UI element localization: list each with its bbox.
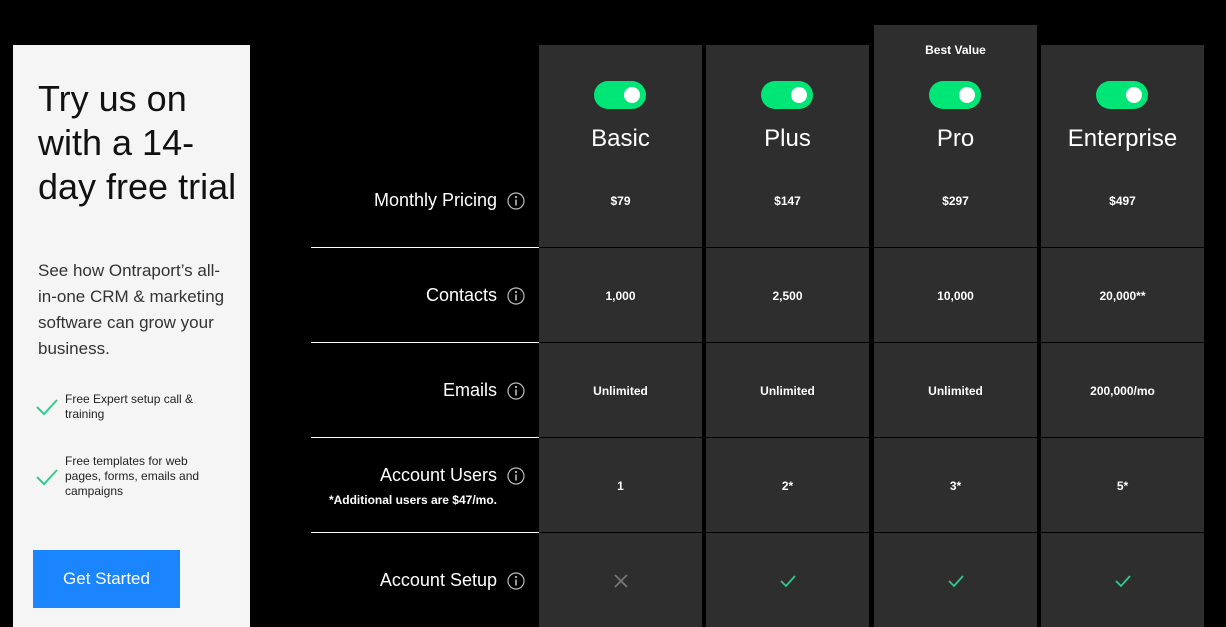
price-cell: $297	[942, 193, 969, 208]
price-cell: $497	[1109, 193, 1136, 208]
row-divider	[539, 437, 1204, 438]
plan-column-enterprise: Enterprise $497 20,000** 200,000/mo 5*	[1041, 45, 1204, 627]
emails-cell: Unlimited	[760, 383, 815, 398]
row-label-text: Contacts	[425, 285, 497, 305]
plan-name: Basic	[591, 125, 650, 152]
emails-cell: 200,000/mo	[1090, 383, 1155, 398]
row-label-monthly-pricing: Monthly Pricing	[311, 153, 539, 248]
check-icon	[36, 399, 58, 416]
row-label-emails: Emails	[311, 343, 539, 438]
plan-toggle[interactable]	[594, 81, 646, 109]
row-label-contacts: Contacts	[311, 248, 539, 343]
row-label-account-setup: Account Setup	[311, 533, 539, 627]
row-label-text: Account Users	[379, 465, 497, 485]
plan-name: Enterprise	[1067, 125, 1178, 152]
plan-column-plus: Plus $147 2,500 Unlimited 2*	[706, 45, 869, 627]
toggle-knob	[1126, 87, 1142, 103]
users-cell: 2*	[781, 478, 794, 493]
feature-item: Free templates for web pages, forms, ema…	[35, 454, 215, 499]
info-circle-icon[interactable]	[507, 467, 525, 485]
feature-text: Free templates for web pages, forms, ema…	[65, 454, 200, 498]
trial-headline: Try us on with a 14-day free trial	[38, 78, 237, 207]
toggle-knob	[624, 87, 640, 103]
info-circle-icon[interactable]	[507, 192, 525, 210]
feature-text: Free Expert setup call & training	[65, 392, 194, 421]
row-label-text: Monthly Pricing	[373, 190, 497, 210]
info-circle-icon[interactable]	[507, 382, 525, 400]
x-icon	[613, 573, 628, 588]
row-label-text: Account Setup	[379, 570, 497, 590]
contacts-cell: 10,000	[937, 288, 974, 303]
contacts-cell: 20,000**	[1099, 288, 1146, 303]
users-cell: 1	[617, 478, 624, 493]
plan-name: Plus	[764, 125, 811, 152]
check-icon	[779, 574, 796, 587]
row-label-text: Emails	[442, 380, 497, 400]
info-circle-icon[interactable]	[507, 287, 525, 305]
feature-item: Free Expert setup call & training	[35, 392, 215, 422]
setup-cell	[539, 533, 702, 627]
check-icon	[947, 574, 964, 587]
trial-description: See how Ontraport’s all-in-one CRM & mar…	[38, 261, 225, 358]
users-cell: 3*	[949, 478, 962, 493]
info-circle-icon[interactable]	[507, 572, 525, 590]
setup-cell	[706, 533, 869, 627]
setup-cell	[1041, 533, 1204, 627]
plan-toggle[interactable]	[761, 81, 813, 109]
plan-column-pro: Best Value Pro $297 10,000 Unlimited 3*	[874, 25, 1037, 627]
plan-column-basic: Basic $79 1,000 Unlimited 1	[539, 45, 702, 627]
contacts-cell: 1,000	[605, 288, 636, 303]
emails-cell: Unlimited	[593, 383, 648, 398]
row-divider	[539, 247, 1204, 248]
plan-name: Pro	[936, 125, 975, 152]
check-icon	[1114, 574, 1131, 587]
plan-toggle[interactable]	[1096, 81, 1148, 109]
contacts-cell: 2,500	[772, 288, 803, 303]
price-cell: $147	[774, 193, 801, 208]
trial-panel: Try us on with a 14-day free trial See h…	[13, 45, 250, 627]
toggle-knob	[959, 87, 975, 103]
row-divider	[539, 532, 1204, 533]
plan-toggle[interactable]	[929, 81, 981, 109]
setup-cell	[874, 533, 1037, 627]
row-divider	[539, 342, 1204, 343]
price-cell: $79	[610, 193, 631, 208]
row-footnote: *Additional users are $47/mo.	[328, 493, 497, 507]
best-value-badge: Best Value	[925, 43, 986, 57]
row-label-account-users: Account Users *Additional users are $47/…	[311, 438, 539, 533]
emails-cell: Unlimited	[928, 383, 983, 398]
get-started-button[interactable]: Get Started	[33, 550, 180, 608]
toggle-knob	[791, 87, 807, 103]
users-cell: 5*	[1116, 478, 1129, 493]
check-icon	[36, 468, 58, 485]
